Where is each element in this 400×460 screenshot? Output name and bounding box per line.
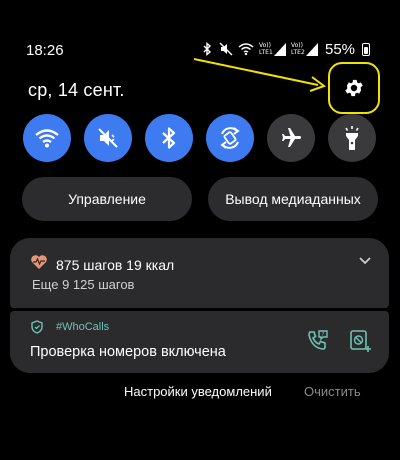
whocalls-text: Проверка номеров включена [30, 344, 226, 360]
phone-question-icon[interactable]: ? [306, 329, 330, 353]
sim2-label: Vo)) LTE2 [291, 42, 305, 56]
heart-icon [31, 255, 47, 269]
wifi-icon [238, 43, 254, 56]
notification-settings-link[interactable]: Настройки уведомлений [124, 384, 272, 399]
airplane-icon [282, 128, 301, 147]
svg-text:?: ? [322, 332, 325, 338]
control-button[interactable]: Управление [22, 177, 192, 221]
signal-sim1-icon: Vo)) LTE1 [259, 42, 286, 56]
rotate-icon [220, 127, 240, 149]
gear-icon [345, 79, 363, 97]
block-card-icon[interactable] [348, 329, 372, 353]
steps-title: 875 шагов 19 ккал [56, 257, 175, 273]
clear-button[interactable]: Очистить [304, 384, 361, 399]
wifi-icon [35, 129, 59, 148]
settings-button[interactable] [328, 62, 380, 114]
whocalls-notification[interactable]: #WhoCalls Проверка номеров включена ? [10, 311, 389, 373]
airplane-toggle[interactable] [267, 114, 315, 162]
shield-icon [31, 320, 43, 334]
sound-mute-toggle[interactable] [84, 114, 132, 162]
notification-panel: 18:26 Vo)) LTE1 Vo)) LTE2 55% ср, 14 сен… [0, 0, 400, 460]
battery-icon [362, 42, 371, 56]
sim1-label: Vo)) LTE1 [259, 42, 273, 56]
mute-icon [98, 128, 118, 148]
whocalls-app-name: #WhoCalls [56, 321, 110, 333]
signal-sim2-icon: Vo)) LTE2 [291, 42, 318, 56]
annotation-arrow [193, 58, 327, 92]
status-time: 18:26 [26, 42, 64, 59]
mute-icon [219, 42, 233, 56]
auto-rotate-toggle[interactable] [206, 114, 254, 162]
media-output-button[interactable]: Вывод медиаданных [208, 177, 378, 221]
chevron-down-icon[interactable] [358, 256, 372, 266]
flashlight-icon [345, 126, 359, 150]
bluetooth-icon [162, 127, 176, 149]
date-label: ср, 14 сент. [28, 80, 125, 100]
steps-notification[interactable]: 875 шагов 19 ккал Еще 9 125 шагов [10, 238, 389, 308]
steps-subtitle: Еще 9 125 шагов [32, 277, 135, 292]
flashlight-toggle[interactable] [328, 114, 376, 162]
bluetooth-icon [203, 42, 212, 56]
bluetooth-toggle[interactable] [145, 114, 193, 162]
wifi-toggle[interactable] [23, 114, 71, 162]
